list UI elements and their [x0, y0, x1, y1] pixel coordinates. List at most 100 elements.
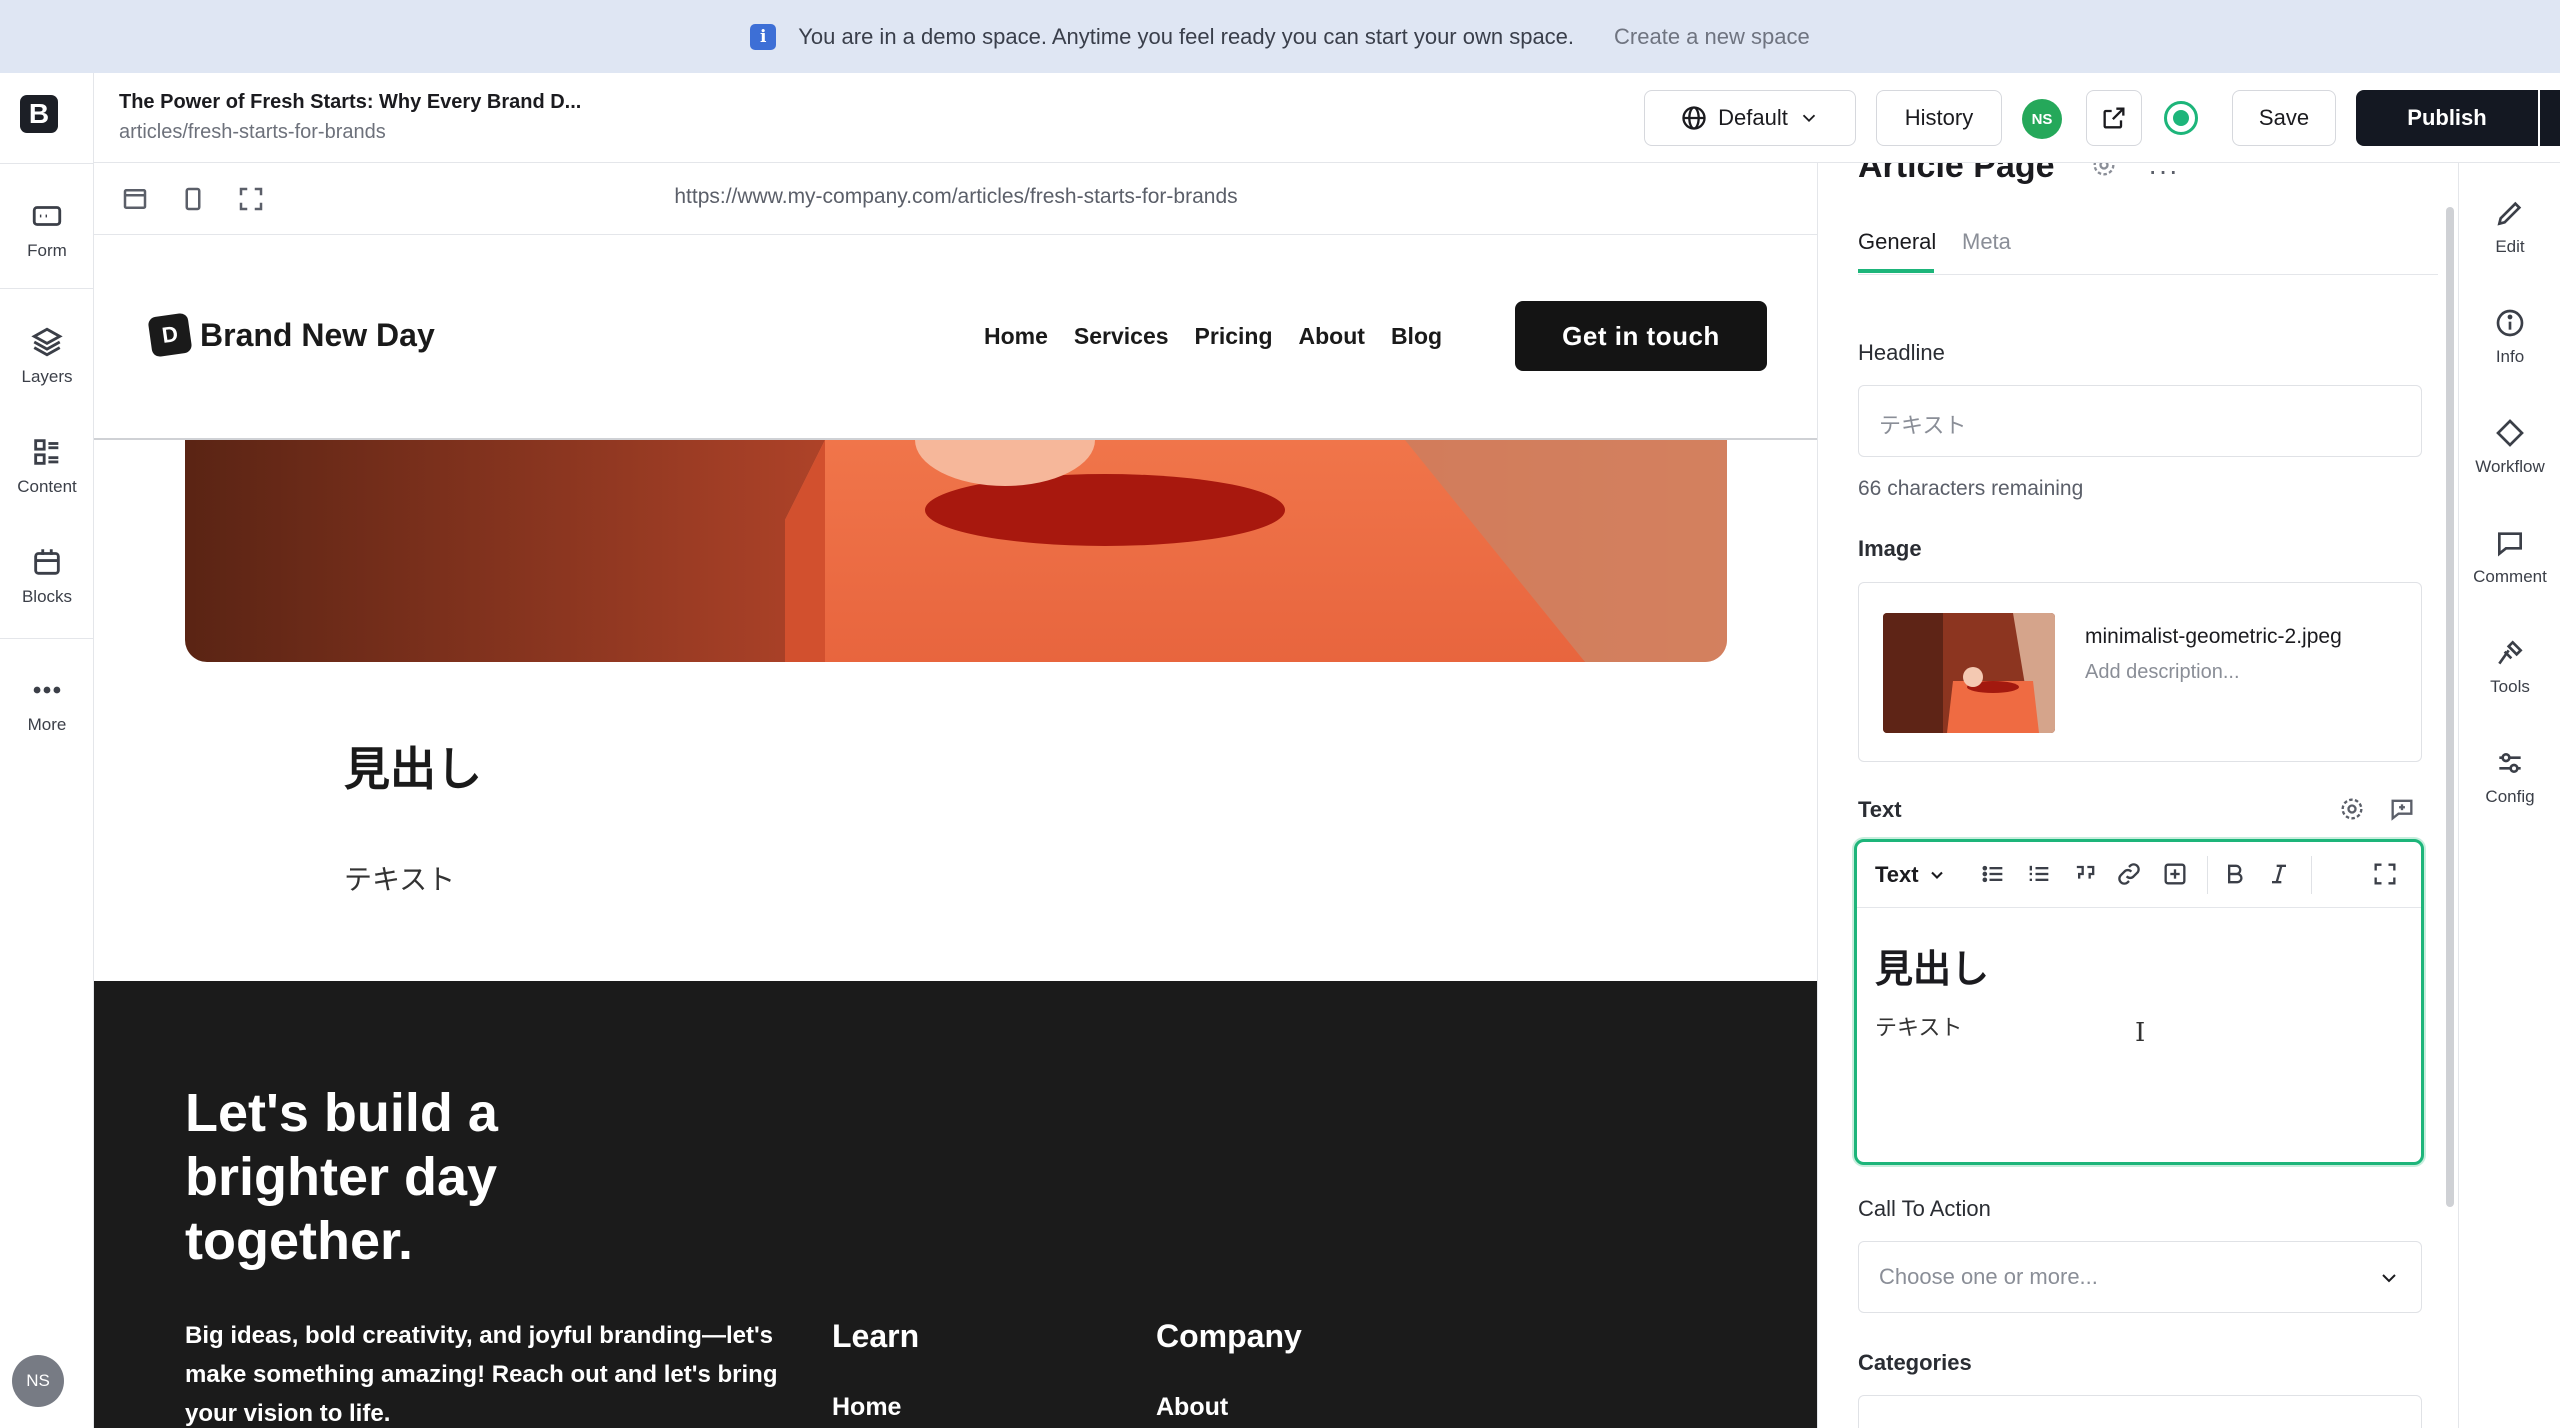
call-to-action-label: Call To Action: [1858, 1196, 1991, 1221]
gear-icon[interactable]: [2338, 795, 2366, 823]
preview-heading[interactable]: 見出し: [344, 733, 482, 799]
text-style-label: Text: [1875, 862, 1919, 887]
info-icon: [2496, 309, 2524, 337]
rail-divider: [0, 163, 94, 164]
config-icon: [2499, 753, 2521, 773]
history-button[interactable]: History: [1876, 90, 2002, 146]
footer-link-about[interactable]: About: [1156, 1393, 1228, 1422]
chevron-down-icon: [1930, 871, 1943, 879]
create-space-link[interactable]: Create a new space: [1614, 24, 1810, 50]
publish-options-button[interactable]: [2540, 90, 2560, 146]
image-description-input[interactable]: Add description...: [2085, 661, 2240, 684]
layers-icon: [31, 327, 63, 357]
demo-banner: i You are in a demo space. Anytime you f…: [0, 0, 2560, 73]
bullet-list-icon[interactable]: [1979, 860, 2007, 893]
site-logo[interactable]: D Brand New Day: [147, 312, 435, 358]
add-comment-icon[interactable]: [2388, 795, 2416, 823]
rail-item-label: Comment: [2473, 567, 2547, 586]
panel-title: Article Page: [1858, 163, 2055, 185]
editor-heading[interactable]: 見出し: [1875, 938, 1989, 993]
chevron-down-icon: [1802, 114, 1816, 123]
rail-item-label: Workflow: [2475, 457, 2545, 476]
rail-item-edit[interactable]: Edit: [2459, 197, 2560, 257]
get-in-touch-button[interactable]: Get in touch: [1515, 301, 1767, 371]
site-nav-about[interactable]: About: [1299, 323, 1365, 350]
text-label: Text: [1858, 797, 1902, 822]
image-field[interactable]: minimalist-geometric-2.jpeg Add descript…: [1858, 582, 2422, 762]
content-icon: [34, 439, 59, 465]
publish-button[interactable]: Publish: [2356, 90, 2538, 146]
call-to-action-placeholder: Choose one or more...: [1879, 1264, 2098, 1289]
save-button[interactable]: Save: [2232, 90, 2336, 146]
headline-input[interactable]: テキスト: [1858, 385, 2422, 457]
expand-icon[interactable]: [2371, 860, 2399, 893]
top-bar: The Power of Fresh Starts: Why Every Bra…: [94, 73, 2560, 163]
italic-icon[interactable]: [2265, 860, 2293, 893]
editor-text[interactable]: テキスト: [1875, 1010, 1962, 1042]
preview-url: https://www.my-company.com/articles/fres…: [674, 185, 1238, 208]
status-indicator-icon[interactable]: [2164, 101, 2198, 135]
tab-general[interactable]: General: [1858, 229, 1936, 255]
info-icon: i: [750, 23, 777, 50]
properties-panel: Article Page ··· General Meta Headline テ…: [1818, 163, 2458, 1428]
rail-item-label: Config: [2485, 787, 2535, 806]
hero-image[interactable]: [185, 440, 1727, 662]
rich-text-editor[interactable]: Text 見出し テキスト I: [1854, 839, 2424, 1165]
site-nav-services[interactable]: Services: [1074, 323, 1169, 350]
rail-item-blocks[interactable]: Blocks: [0, 545, 94, 607]
insert-block-icon[interactable]: [2161, 860, 2189, 893]
language-select[interactable]: Default: [1644, 90, 1856, 146]
open-preview-button[interactable]: [2086, 90, 2142, 146]
footer-col-learn-title: Learn: [832, 1318, 920, 1354]
globe-icon: [1682, 106, 1706, 130]
app-logo[interactable]: B: [20, 95, 58, 133]
collaborator-avatar[interactable]: NS: [2022, 99, 2062, 139]
banner-message: You are in a demo space. Anytime you fee…: [798, 23, 1575, 49]
rail-item-comment[interactable]: Comment: [2459, 527, 2560, 587]
categories-label: Categories: [1858, 1350, 1972, 1375]
language-label: Default: [1718, 105, 1788, 130]
rail-item-label: Form: [27, 241, 67, 260]
headline-label: Headline: [1858, 340, 1945, 365]
panel-tabs: General Meta: [1858, 225, 2438, 275]
history-label: History: [1904, 105, 1974, 130]
user-avatar[interactable]: NS: [12, 1355, 64, 1407]
image-filename: minimalist-geometric-2.jpeg: [2085, 625, 2342, 648]
toolbar-divider: [2311, 856, 2312, 894]
quote-icon[interactable]: [2071, 860, 2099, 893]
image-thumbnail[interactable]: [1883, 613, 2055, 733]
rail-item-content[interactable]: Content: [0, 435, 94, 497]
panel-scrollbar[interactable]: [2446, 207, 2454, 1207]
rail-item-info[interactable]: Info: [2459, 307, 2560, 367]
toolbar-divider: [2207, 856, 2208, 894]
numbered-list-icon[interactable]: [2025, 860, 2053, 893]
site-nav-home[interactable]: Home: [984, 323, 1048, 350]
more-options-icon[interactable]: ···: [2148, 163, 2179, 187]
right-rail: Edit Info Workflow Comment Tools Config: [2458, 163, 2560, 1428]
rail-item-layers[interactable]: Layers: [0, 325, 94, 387]
tab-meta[interactable]: Meta: [1962, 229, 2011, 255]
rail-item-tools[interactable]: Tools: [2459, 637, 2560, 697]
rail-item-more[interactable]: More: [0, 673, 94, 735]
text-style-select[interactable]: Text: [1875, 862, 1947, 888]
footer-link-home[interactable]: Home: [832, 1393, 901, 1422]
categories-select[interactable]: [1858, 1395, 2422, 1428]
site-nav-pricing[interactable]: Pricing: [1195, 323, 1273, 350]
editor-toolbar: Text: [1857, 842, 2421, 908]
rail-item-label: Content: [17, 477, 77, 496]
rail-item-form[interactable]: Form: [0, 199, 94, 261]
text-cursor-icon: I: [2135, 1018, 2146, 1048]
rail-item-workflow[interactable]: Workflow: [2459, 417, 2560, 477]
rail-item-label: More: [27, 715, 67, 734]
document-path: articles/fresh-starts-for-brands: [119, 121, 386, 143]
gear-icon[interactable]: [2090, 163, 2118, 179]
call-to-action-select[interactable]: Choose one or more...: [1858, 1241, 2422, 1313]
footer-headline: Let's build a brighter day together.: [185, 1083, 498, 1271]
preview-text[interactable]: テキスト: [344, 858, 455, 898]
site-nav-blog[interactable]: Blog: [1391, 323, 1442, 350]
link-icon[interactable]: [2115, 860, 2143, 893]
bold-icon[interactable]: [2221, 860, 2249, 893]
rail-item-config[interactable]: Config: [2459, 747, 2560, 807]
rail-item-label: Tools: [2490, 677, 2530, 696]
rail-item-label: Layers: [21, 367, 73, 386]
